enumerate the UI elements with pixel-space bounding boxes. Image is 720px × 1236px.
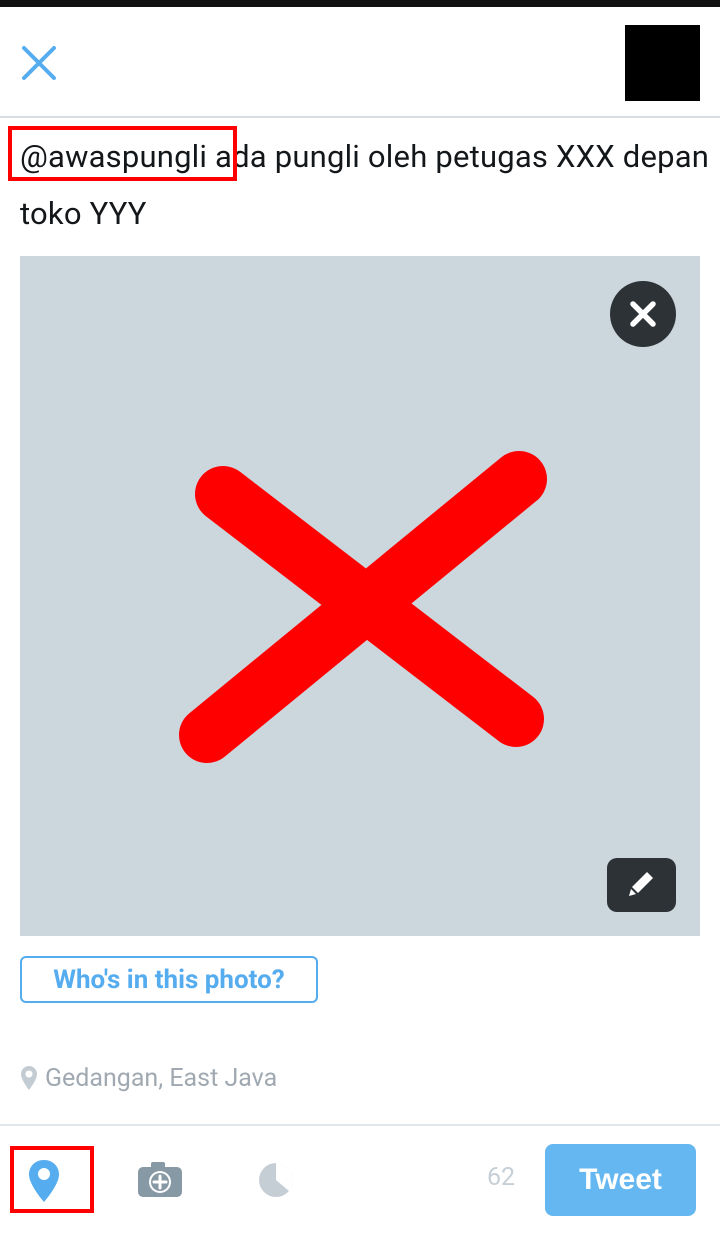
pencil-icon bbox=[629, 872, 653, 896]
camera-add-icon bbox=[138, 1162, 182, 1197]
remove-photo-button[interactable] bbox=[610, 281, 676, 347]
location-text: Gedangan, East Java bbox=[45, 1063, 278, 1093]
tag-people-button[interactable]: Who's in this photo? bbox=[20, 956, 318, 1003]
x-mark-icon bbox=[179, 451, 547, 763]
location-label[interactable]: Gedangan, East Java bbox=[20, 1060, 277, 1096]
tweet-button[interactable]: Tweet bbox=[545, 1144, 696, 1216]
compose-header bbox=[0, 7, 720, 116]
character-counter: 62 bbox=[486, 1163, 516, 1192]
poll-icon bbox=[259, 1163, 294, 1197]
edit-photo-button[interactable] bbox=[607, 858, 676, 912]
close-icon bbox=[22, 46, 56, 80]
close-button[interactable] bbox=[18, 42, 60, 84]
map-pin-icon bbox=[21, 1066, 37, 1090]
attached-photo[interactable] bbox=[20, 256, 700, 936]
status-bar bbox=[0, 0, 720, 7]
header-divider bbox=[0, 116, 720, 118]
camera-button[interactable] bbox=[136, 1160, 184, 1200]
close-icon bbox=[630, 301, 656, 327]
location-highlight-box bbox=[10, 1146, 94, 1213]
avatar[interactable] bbox=[625, 25, 700, 101]
poll-button[interactable] bbox=[257, 1161, 295, 1199]
mention-highlight-box bbox=[8, 126, 237, 181]
toolbar-divider bbox=[0, 1124, 720, 1126]
